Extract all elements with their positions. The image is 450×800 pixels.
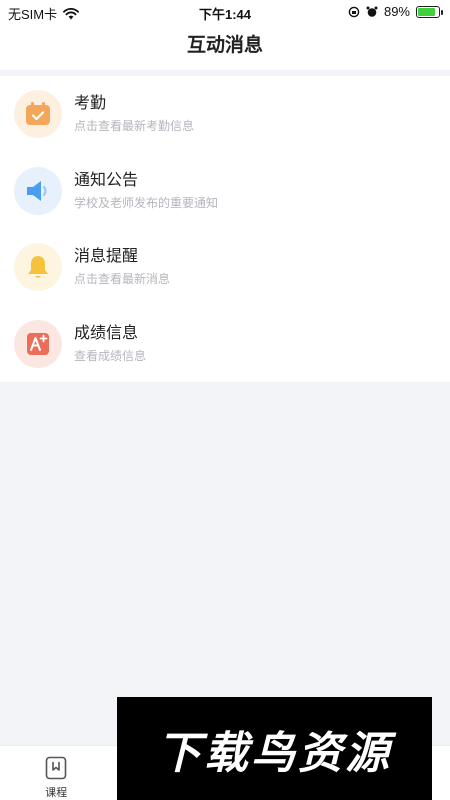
tab-courses[interactable]: 课程 <box>0 746 113 800</box>
list-item-attendance[interactable]: 考勤 点击查看最新考勤信息 <box>0 76 450 153</box>
status-right: 89% <box>348 4 443 19</box>
status-bar: 无SIM卡 下午1:44 89% <box>0 0 450 24</box>
calendar-check-icon <box>26 102 50 126</box>
list-item-subtitle: 查看成绩信息 <box>74 348 147 363</box>
attendance-text: 考勤 点击查看最新考勤信息 <box>74 93 194 135</box>
watermark-text: 下载鸟资源 <box>157 728 392 778</box>
battery-fill <box>418 7 435 16</box>
battery-percent: 89% <box>383 4 410 19</box>
list-item-subtitle: 学校及老师发布的重要通知 <box>74 195 219 210</box>
bell-icon <box>28 256 48 278</box>
reminder-text: 消息提醒 点击查看最新消息 <box>74 246 170 288</box>
grade-icon <box>27 332 49 355</box>
battery-icon <box>416 5 443 18</box>
attendance-icon-circle <box>14 90 62 139</box>
list-item-title: 消息提醒 <box>74 248 139 266</box>
bookmark-icon <box>45 756 67 780</box>
message-category-list: 考勤 点击查看最新考勤信息 通知公告 学校及老师发布的重要通知 消息提醒 点击查… <box>0 76 450 382</box>
screen: 无SIM卡 下午1:44 89% 互动消息 考勤 点击查看最新考勤信息 通知公告… <box>0 0 450 800</box>
list-item-title: 通知公告 <box>74 171 139 189</box>
list-item-subtitle: 点击查看最新消息 <box>74 272 171 287</box>
grades-icon-circle <box>14 319 62 368</box>
list-item-title: 考勤 <box>74 95 107 113</box>
list-item-subtitle: 点击查看最新考勤信息 <box>74 119 195 134</box>
rotation-lock-icon <box>348 6 360 17</box>
list-item-reminder[interactable]: 消息提醒 点击查看最新消息 <box>0 229 450 306</box>
tab-label: 课程 <box>45 787 68 799</box>
watermark-banner: 下载鸟资源 <box>117 697 432 800</box>
speaker-icon <box>27 180 47 201</box>
list-item-notice[interactable]: 通知公告 学校及老师发布的重要通知 <box>0 153 450 230</box>
list-item-grades[interactable]: 成绩信息 查看成绩信息 <box>0 306 450 383</box>
reminder-icon-circle <box>14 243 62 292</box>
list-item-title: 成绩信息 <box>74 324 139 342</box>
notice-text: 通知公告 学校及老师发布的重要通知 <box>74 170 218 212</box>
grades-text: 成绩信息 查看成绩信息 <box>74 323 146 365</box>
alarm-icon <box>366 6 378 17</box>
page-title: 互动消息 <box>0 24 450 70</box>
notice-icon-circle <box>14 166 62 215</box>
